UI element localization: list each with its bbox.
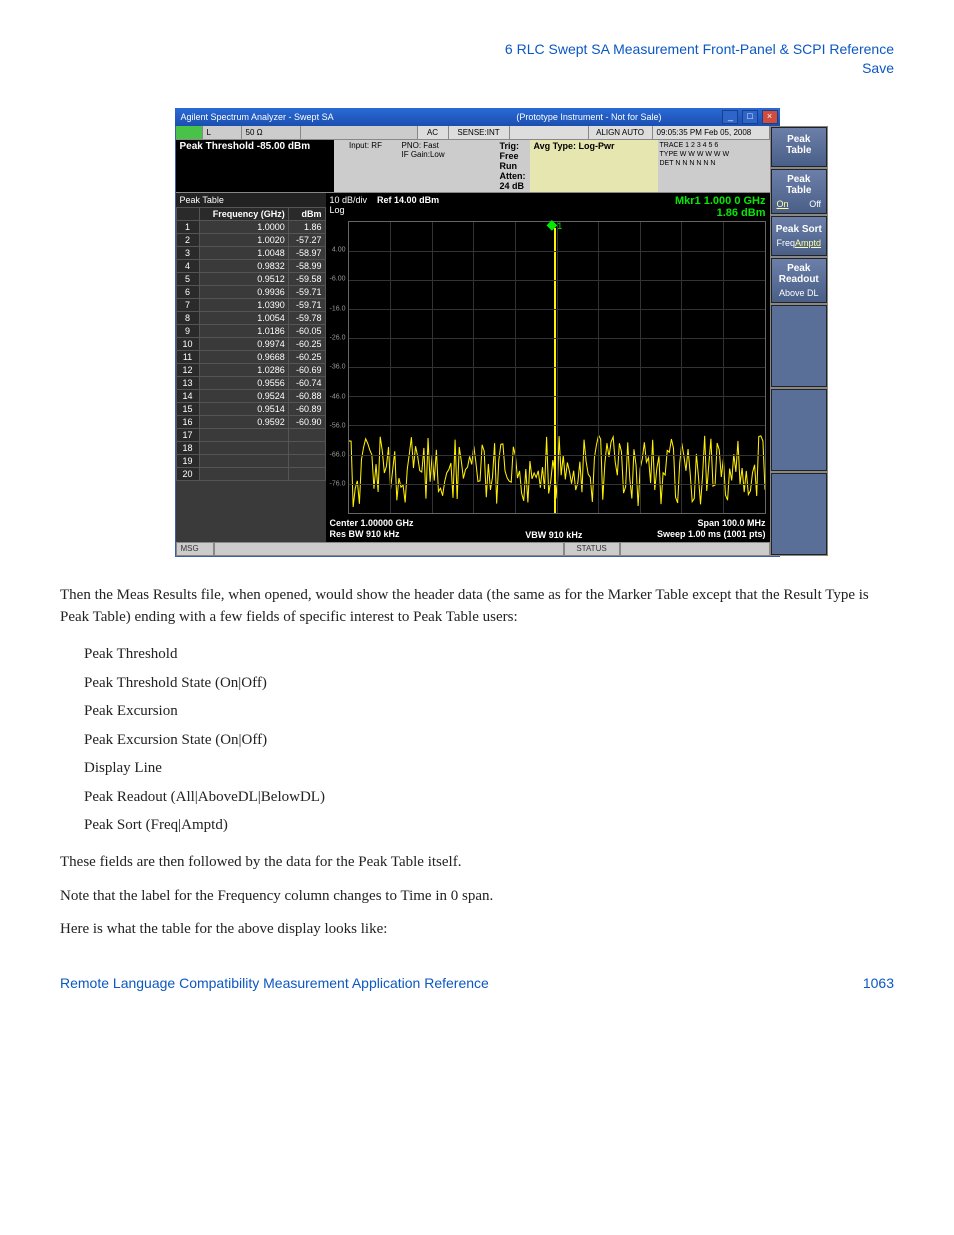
paragraph-4: Here is what the table for the above dis… xyxy=(60,919,894,941)
trig-atten-label: Trig: Free Run Atten: 24 dB xyxy=(496,140,530,192)
list-item: Peak Readout (All|AboveDL|BelowDL) xyxy=(84,783,894,812)
paragraph-1: Then the Meas Results file, when opened,… xyxy=(60,585,894,629)
softkey-blank-3[interactable] xyxy=(771,473,828,555)
pno-label: PNO: Fast IF Gain:Low xyxy=(398,140,496,192)
table-row: 150.9514-60.89 xyxy=(176,402,325,415)
page-footer: Remote Language Compatibility Measuremen… xyxy=(60,975,894,991)
table-row: 81.0054-59.78 xyxy=(176,311,325,324)
trace-legend: TRACE 1 2 3 4 5 6 TYPE W W W W W W DET N… xyxy=(658,140,770,192)
table-row: 21.0020-57.27 xyxy=(176,233,325,246)
table-row: 50.9512-59.58 xyxy=(176,272,325,285)
footer-left: Remote Language Compatibility Measuremen… xyxy=(60,975,489,991)
status-led xyxy=(176,126,203,139)
time-label: 09:05:35 PM Feb 05, 2008 xyxy=(653,126,770,139)
plot-scale-label: 10 dB/div Ref 14.00 dBm Log xyxy=(330,195,440,215)
window-title: Agilent Spectrum Analyzer - Swept SA xyxy=(177,112,517,122)
window-buttons: _ □ × xyxy=(721,110,777,124)
table-row: 60.9936-59.71 xyxy=(176,285,325,298)
window-titlebar: Agilent Spectrum Analyzer - Swept SA (Pr… xyxy=(175,108,780,126)
ac-label: AC xyxy=(418,126,449,139)
paragraph-2: These fields are then followed by the da… xyxy=(60,852,894,874)
softkey-blank-1[interactable] xyxy=(771,305,828,387)
plot-footer-mid: VBW 910 kHz xyxy=(525,530,582,540)
list-item: Peak Excursion State (On|Off) xyxy=(84,726,894,755)
status-bar: MSG STATUS xyxy=(176,542,770,556)
table-row: 19 xyxy=(176,454,325,467)
field-list: Peak ThresholdPeak Threshold State (On|O… xyxy=(84,640,894,840)
table-header xyxy=(176,207,199,220)
instrument-screenshot: Agilent Spectrum Analyzer - Swept SA (Pr… xyxy=(175,108,780,557)
header-line1: 6 RLC Swept SA Measurement Front-Panel &… xyxy=(60,40,894,59)
graticule: ◆1 xyxy=(348,221,766,514)
list-item: Peak Excursion xyxy=(84,697,894,726)
table-row: 160.9592-60.90 xyxy=(176,415,325,428)
list-item: Peak Sort (Freq|Amptd) xyxy=(84,811,894,840)
impedance-label: 50 Ω xyxy=(242,126,301,139)
table-row: 130.9556-60.74 xyxy=(176,376,325,389)
list-item: Display Line xyxy=(84,754,894,783)
table-row: 91.0186-60.05 xyxy=(176,324,325,337)
sense-label: SENSE:INT xyxy=(449,126,510,139)
status-msg-label: MSG xyxy=(176,542,214,556)
align-label: ALIGN AUTO xyxy=(589,126,653,139)
table-row: 121.0286-60.69 xyxy=(176,363,325,376)
paragraph-3: Note that the label for the Frequency co… xyxy=(60,886,894,908)
maximize-button[interactable]: □ xyxy=(742,110,758,124)
page-header: 6 RLC Swept SA Measurement Front-Panel &… xyxy=(60,40,894,78)
minimize-button[interactable]: _ xyxy=(722,110,738,124)
table-row: 17 xyxy=(176,428,325,441)
table-row: 140.9524-60.88 xyxy=(176,389,325,402)
softkey-menu-title: Peak Table xyxy=(771,127,828,167)
status-fill xyxy=(214,542,564,556)
softkey-panel: Peak Table Peak Table OnOff Peak Sort Fr… xyxy=(770,126,829,556)
peak-table-panel: Peak Table Frequency (GHz)dBm 11.00001.8… xyxy=(176,193,326,542)
table-row: 11.00001.86 xyxy=(176,220,325,233)
status-status-label: STATUS xyxy=(564,542,620,556)
peak-threshold-label: Peak Threshold -85.00 dBm xyxy=(176,140,334,192)
softkey-blank-2[interactable] xyxy=(771,389,828,471)
softkey-peak-readout[interactable]: Peak Readout Above DL xyxy=(771,258,828,303)
table-row: 20 xyxy=(176,467,325,480)
table-row: 110.9668-60.25 xyxy=(176,350,325,363)
table-row: 40.9832-58.99 xyxy=(176,259,325,272)
avg-type-label: Avg Type: Log-Pwr xyxy=(530,140,658,192)
table-row: 31.0048-58.97 xyxy=(176,246,325,259)
coupling-label: L xyxy=(203,126,242,139)
footer-page-number: 1063 xyxy=(863,975,894,991)
table-row: 100.9974-60.25 xyxy=(176,337,325,350)
plot-footer-right: Span 100.0 MHz Sweep 1.00 ms (1001 pts) xyxy=(657,518,766,540)
peak-table-title: Peak Table xyxy=(176,193,326,207)
softkey-peak-table[interactable]: Peak Table OnOff xyxy=(771,169,828,214)
table-header: Frequency (GHz) xyxy=(199,207,288,220)
header-line2: Save xyxy=(60,59,894,78)
table-row: 18 xyxy=(176,441,325,454)
plot-footer-left: Center 1.00000 GHz Res BW 910 kHz xyxy=(330,518,414,540)
spectrum-plot: 10 dB/div Ref 14.00 dBm Log Mkr1 1.000 0… xyxy=(326,193,770,542)
peak-table: Frequency (GHz)dBm 11.00001.8621.0020-57… xyxy=(176,207,326,481)
list-item: Peak Threshold xyxy=(84,640,894,669)
list-item: Peak Threshold State (On|Off) xyxy=(84,669,894,698)
y-axis-labels: 4.00-6.00-16.0-26.0-36.0-46.0-56.0-66.0-… xyxy=(328,221,346,514)
status-end xyxy=(620,542,770,556)
input-label: Input: RF xyxy=(334,140,398,192)
window-prototype-label: (Prototype Instrument - Not for Sale) xyxy=(516,112,721,122)
spacer2 xyxy=(510,126,589,139)
marker-icon: ◆1 xyxy=(547,216,563,233)
table-header: dBm xyxy=(288,207,325,220)
spacer xyxy=(301,126,418,139)
close-button[interactable]: × xyxy=(762,110,778,124)
marker-readout: Mkr1 1.000 0 GHz 1.86 dBm xyxy=(675,195,766,219)
table-row: 71.0390-59.71 xyxy=(176,298,325,311)
softkey-peak-sort[interactable]: Peak Sort FreqAmptd xyxy=(771,216,828,256)
